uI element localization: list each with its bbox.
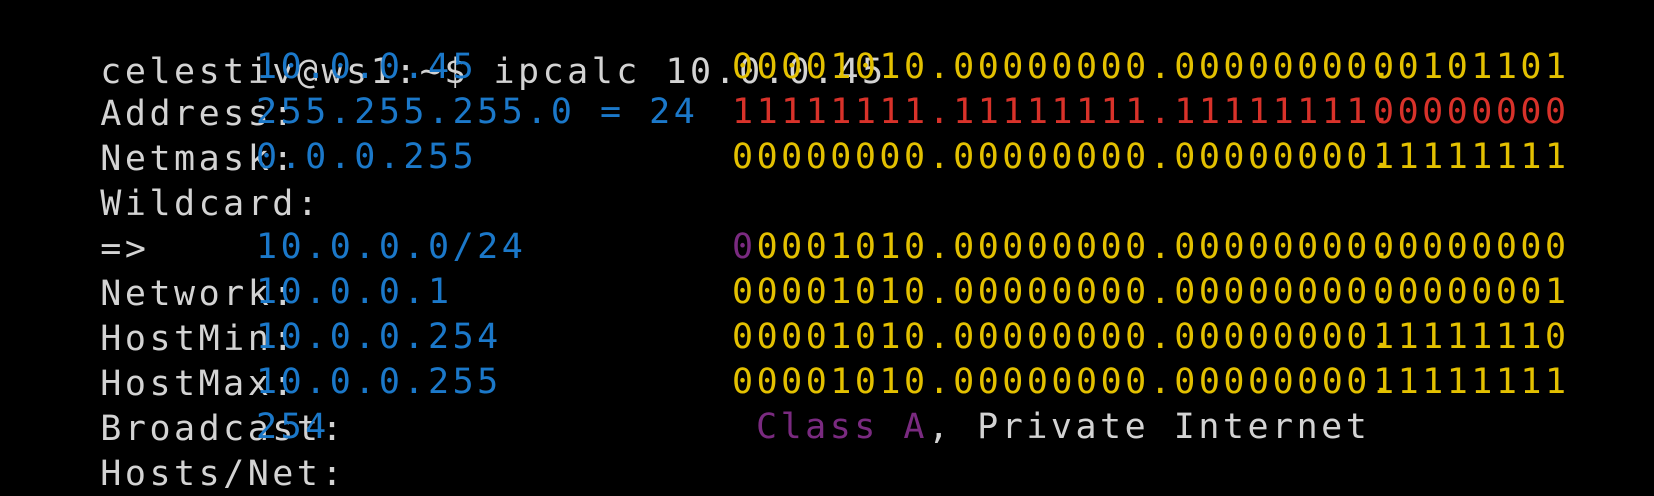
command-line: celestiv@ws1:~$ ipcalc 10.0.0.45: [2, 2, 887, 92]
hostmin-binary-network: 00001010.00000000.00000000.: [732, 272, 1396, 312]
hostmin-binary-host: 00000001: [1373, 272, 1570, 312]
hostmin-row: HostMin: 10.0.0.1 00001010.00000000.0000…: [2, 269, 1566, 359]
broadcast-binary-host: 11111111: [1373, 362, 1570, 402]
network-class-info: Class A, Private Internet: [756, 404, 1370, 451]
network-binary-network: 0001010.00000000.00000000.: [756, 227, 1396, 267]
network-binary: 00001010.00000000.00000000.: [732, 224, 1395, 271]
wildcard-binary-network: 00000000.00000000.00000000.: [732, 137, 1396, 177]
hostmax-binary-network: 00001010.00000000.00000000.: [732, 317, 1396, 357]
address-scope: Private Internet: [977, 407, 1371, 447]
netmask-binary: 11111111.11111111.11111111.: [732, 89, 1395, 136]
broadcast-row: Broadcast: 10.0.0.255 00001010.00000000.…: [2, 359, 1566, 449]
broadcast-value: 10.0.0.255: [256, 362, 502, 402]
address-value: 10.0.0.45: [256, 47, 478, 87]
wildcard-value: 0.0.0.255: [256, 137, 478, 177]
network-row: Network: 10.0.0.0/24 00001010.00000000.0…: [2, 224, 1566, 314]
hostsnet-row: Hosts/Net: 254 Class A, Private Internet: [2, 404, 1367, 494]
hostmin-binary: 00001010.00000000.00000000.: [732, 269, 1395, 316]
hostsnet-label: Hosts/Net:: [100, 454, 347, 494]
network-binary-host: 00000000: [1373, 227, 1570, 267]
class-separator: ,: [928, 407, 978, 447]
netmask-row: Netmask: 255.255.255.0 = 24 11111111.111…: [2, 89, 1566, 179]
broadcast-binary: 00001010.00000000.00000000.: [732, 359, 1395, 406]
wildcard-binary-host: 11111111: [1373, 137, 1570, 177]
terminal-window[interactable]: celestiv@ws1:~$ ipcalc 10.0.0.45 Address…: [0, 0, 1654, 496]
arrow-row: =>: [2, 179, 149, 269]
address-row: Address: 10.0.0.45 00001010.00000000.000…: [2, 44, 1566, 134]
hostmax-row: HostMax: 10.0.0.254 00001010.00000000.00…: [2, 314, 1566, 404]
network-value: 10.0.0.0/24: [256, 227, 527, 267]
wildcard-row: Wildcard: 0.0.0.255 00000000.00000000.00…: [2, 134, 1566, 224]
netmask-binary-host: 00000000: [1373, 92, 1570, 132]
wildcard-binary: 00000000.00000000.00000000.: [732, 134, 1395, 181]
hostsnet-value: 254: [256, 407, 330, 447]
address-binary-host: 00101101: [1373, 47, 1570, 87]
address-binary-network: 00001010.00000000.00000000.: [732, 47, 1396, 87]
network-class-bit: 0: [732, 227, 757, 267]
broadcast-binary-network: 00001010.00000000.00000000.: [732, 362, 1396, 402]
hostmin-value: 10.0.0.1: [256, 272, 453, 312]
hostmax-binary-host: 11111110: [1373, 317, 1570, 357]
hostmax-value: 10.0.0.254: [256, 317, 502, 357]
netmask-value: 255.255.255.0 = 24: [256, 92, 699, 132]
address-binary: 00001010.00000000.00000000.: [732, 44, 1395, 91]
netmask-binary-network: 11111111.11111111.11111111.: [732, 92, 1396, 132]
hostmax-binary: 00001010.00000000.00000000.: [732, 314, 1395, 361]
class-label: Class A: [756, 407, 929, 447]
